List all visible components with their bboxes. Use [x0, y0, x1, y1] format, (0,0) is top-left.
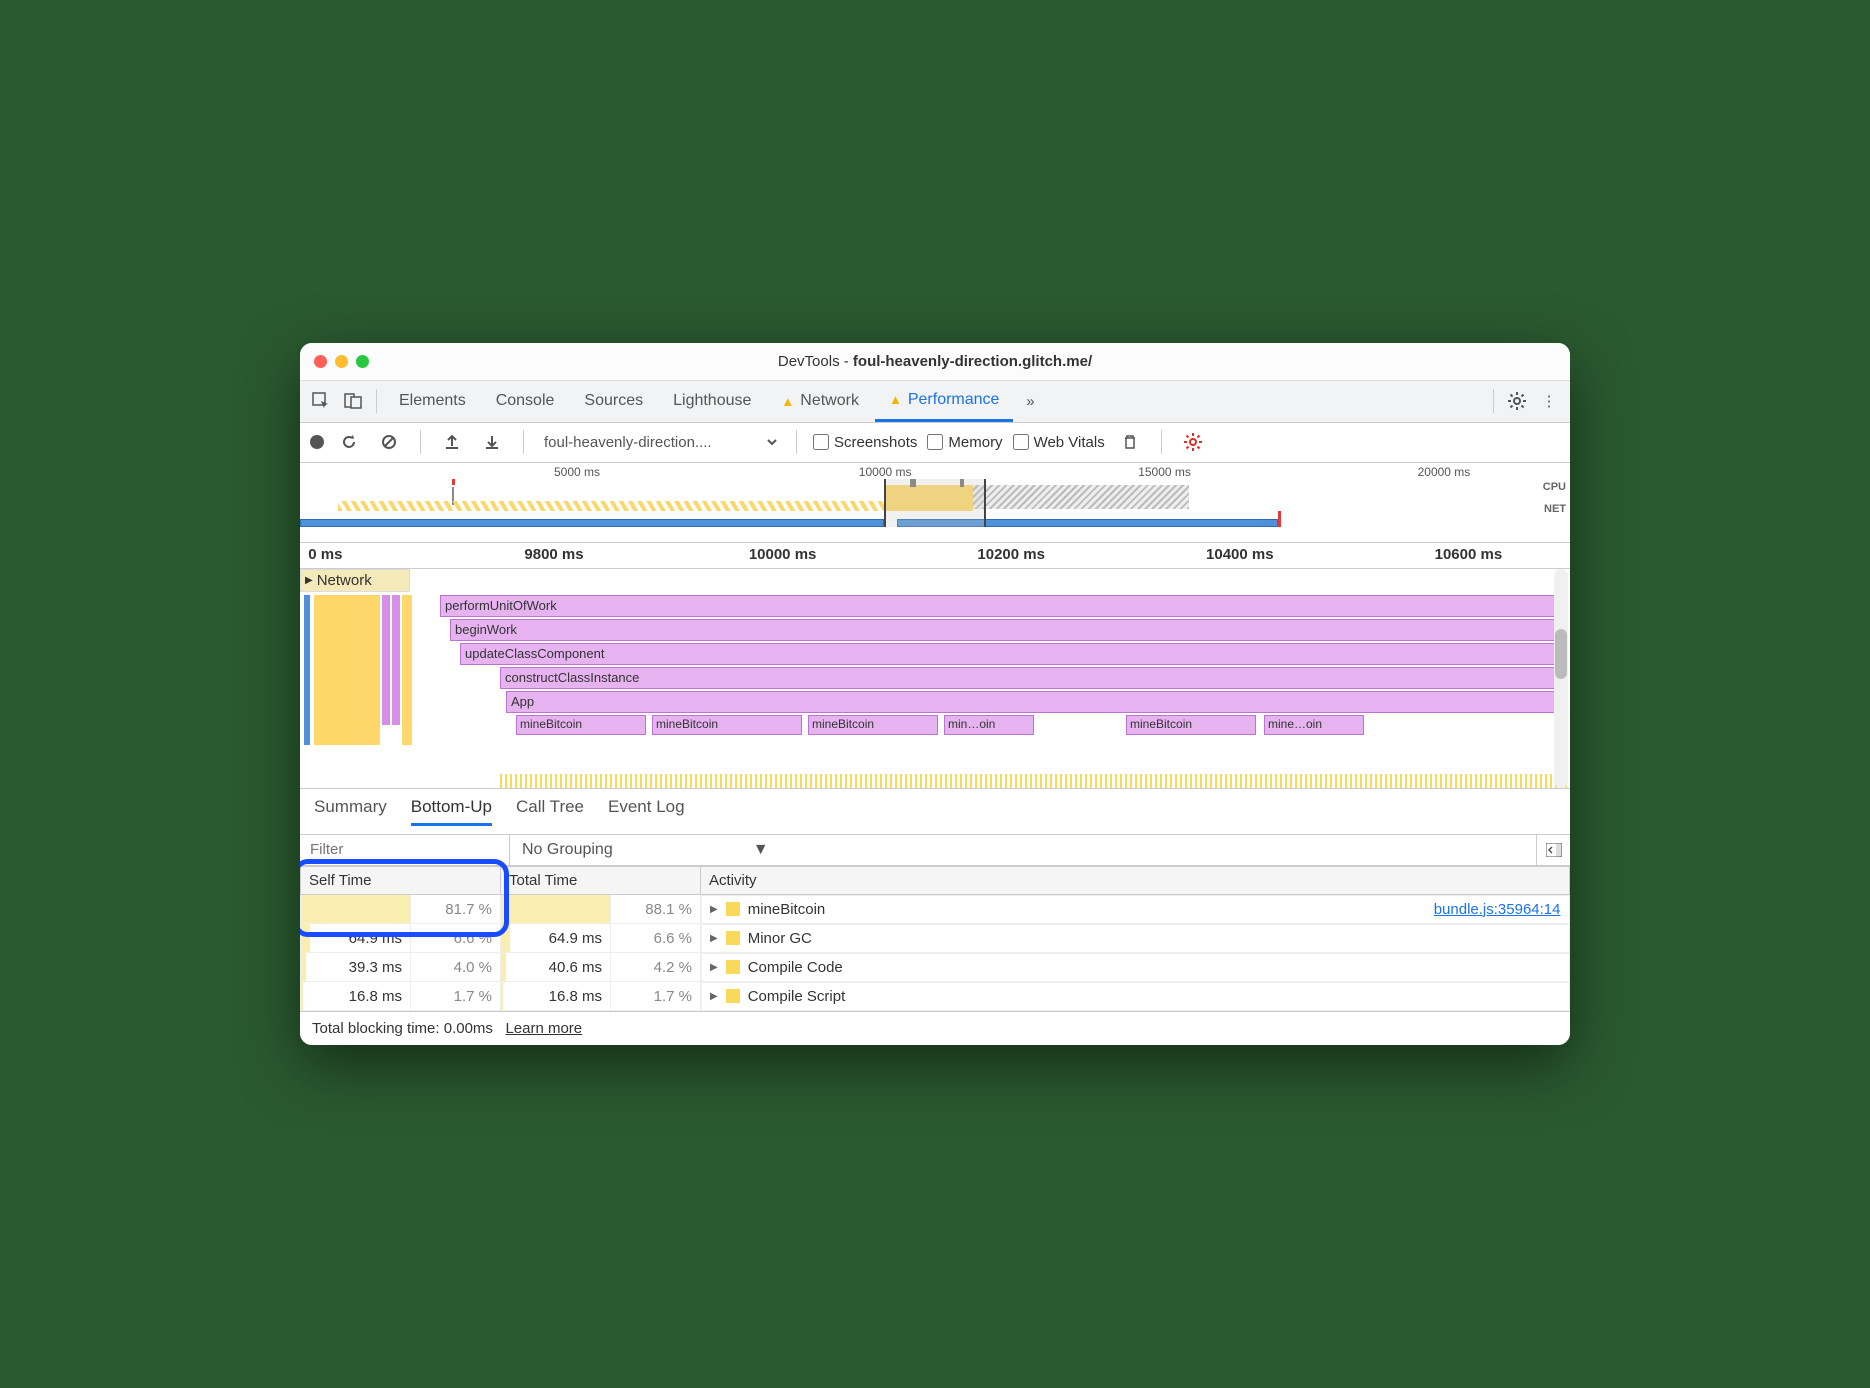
bottom-up-table: Self Time Total Time Activity 798.9 ms81… [300, 866, 1570, 1012]
table-row[interactable]: 798.9 ms81.7 %860.7 ms88.1 %▶mineBitcoin… [301, 894, 1570, 924]
flame-bar[interactable]: mine…oin [1264, 715, 1364, 735]
settings-gear-icon[interactable] [1502, 386, 1532, 416]
flame-bar[interactable]: beginWork [450, 619, 1560, 641]
trash-icon[interactable] [1115, 427, 1145, 457]
tab-console[interactable]: Console [482, 381, 569, 422]
flame-scrollbar[interactable] [1554, 569, 1568, 788]
col-total-time[interactable]: Total Time [501, 866, 701, 894]
flame-bar[interactable]: mineBitcoin [808, 715, 938, 735]
title-url: foul-heavenly-direction.glitch.me/ [853, 353, 1092, 370]
detail-ruler[interactable]: 0 ms 9800 ms 10000 ms 10200 ms 10400 ms … [300, 543, 1570, 569]
subtab-bottom-up[interactable]: Bottom-Up [411, 797, 492, 826]
cpu-label: CPU [1543, 481, 1566, 503]
load-profile-icon[interactable] [437, 427, 467, 457]
filter-row: No Grouping▼ [300, 835, 1570, 866]
overview-tick: 20000 ms [1418, 465, 1471, 479]
title-prefix: DevTools - [778, 353, 853, 370]
save-profile-icon[interactable] [477, 427, 507, 457]
table-row[interactable]: 39.3 ms4.0 %40.6 ms4.2 %▶Compile Code [301, 953, 1570, 982]
flame-bar[interactable]: min…oin [944, 715, 1034, 735]
minimize-dot[interactable] [335, 355, 348, 368]
subtab-summary[interactable]: Summary [314, 797, 387, 826]
ruler-tick: 10600 ms [1435, 546, 1503, 563]
status-footer: Total blocking time: 0.00ms Learn more [300, 1011, 1570, 1045]
zoom-dot[interactable] [356, 355, 369, 368]
devtools-window: DevTools - foul-heavenly-direction.glitc… [300, 343, 1570, 1046]
flame-bar[interactable]: updateClassComponent [460, 643, 1560, 665]
inspect-icon[interactable] [306, 386, 336, 416]
warning-icon: ▲ [889, 392, 902, 407]
net-label: NET [1543, 503, 1566, 525]
ruler-tick: 10200 ms [977, 546, 1045, 563]
ruler-tick: 10400 ms [1206, 546, 1274, 563]
col-self-time[interactable]: Self Time [301, 866, 501, 894]
learn-more-link[interactable]: Learn more [505, 1020, 582, 1037]
warning-icon: ▲ [781, 394, 794, 409]
subtab-call-tree[interactable]: Call Tree [516, 797, 584, 826]
overview-tick: 15000 ms [1138, 465, 1191, 479]
toggle-sidebar-icon[interactable] [1536, 835, 1570, 865]
ruler-tick: 0 ms [308, 546, 342, 563]
clear-icon[interactable] [374, 427, 404, 457]
window-controls [300, 355, 369, 368]
kebab-menu-icon[interactable]: ⋮ [1534, 386, 1564, 416]
device-toggle-icon[interactable] [338, 386, 368, 416]
bottom-tab-strip: Summary Bottom-Up Call Tree Event Log [300, 789, 1570, 835]
flame-bar[interactable]: mineBitcoin [516, 715, 646, 735]
record-button[interactable] [310, 435, 324, 449]
flame-bar[interactable]: mineBitcoin [1126, 715, 1256, 735]
flame-bar[interactable]: mineBitcoin [652, 715, 802, 735]
network-section-toggle[interactable]: ▶Network [300, 569, 410, 592]
flame-ticks [500, 774, 1570, 788]
col-activity[interactable]: Activity [701, 866, 1570, 894]
webvitals-checkbox[interactable]: Web Vitals [1013, 434, 1105, 451]
profile-select[interactable]: foul-heavenly-direction.... [540, 433, 780, 452]
source-link[interactable]: bundle.js:35964:14 [1434, 901, 1561, 918]
flame-bar[interactable]: App [506, 691, 1560, 713]
screenshots-checkbox[interactable]: Screenshots [813, 434, 917, 451]
more-tabs-icon[interactable]: » [1015, 386, 1045, 416]
blocking-time-label: Total blocking time: 0.00ms [312, 1020, 493, 1037]
tab-sources[interactable]: Sources [570, 381, 657, 422]
marker [452, 479, 455, 485]
titlebar: DevTools - foul-heavenly-direction.glitc… [300, 343, 1570, 381]
ruler-tick: 10000 ms [749, 546, 817, 563]
capture-settings-icon[interactable] [1178, 427, 1208, 457]
memory-checkbox[interactable]: Memory [927, 434, 1002, 451]
window-title: DevTools - foul-heavenly-direction.glitc… [300, 353, 1570, 370]
tab-network[interactable]: ▲Network [767, 381, 873, 422]
reload-icon[interactable] [334, 427, 364, 457]
table-row[interactable]: 64.9 ms6.6 %64.9 ms6.6 %▶Minor GC [301, 924, 1570, 953]
flame-chart[interactable]: ▶Network performUnitOfWork beginWork upd… [300, 569, 1570, 789]
grouping-select[interactable]: No Grouping▼ [510, 835, 1536, 865]
overview-timeline[interactable]: 5000 ms 10000 ms 15000 ms 20000 ms CPU N… [300, 463, 1570, 543]
subtab-event-log[interactable]: Event Log [608, 797, 685, 826]
overview-tick: 10000 ms [859, 465, 912, 479]
filter-input[interactable] [300, 835, 510, 865]
tab-performance[interactable]: ▲Performance [875, 381, 1013, 422]
close-dot[interactable] [314, 355, 327, 368]
performance-toolbar: foul-heavenly-direction.... Screenshots … [300, 423, 1570, 463]
separator [376, 389, 377, 413]
separator [1493, 389, 1494, 413]
table-row[interactable]: 16.8 ms1.7 %16.8 ms1.7 %▶Compile Script [301, 982, 1570, 1011]
flame-bar[interactable]: performUnitOfWork [440, 595, 1560, 617]
overview-selection[interactable] [884, 479, 986, 527]
tab-lighthouse[interactable]: Lighthouse [659, 381, 765, 422]
overview-tick: 5000 ms [554, 465, 600, 479]
tab-elements[interactable]: Elements [385, 381, 480, 422]
ruler-tick: 9800 ms [524, 546, 583, 563]
main-tab-strip: Elements Console Sources Lighthouse ▲Net… [300, 381, 1570, 423]
flame-bar[interactable]: constructClassInstance [500, 667, 1560, 689]
